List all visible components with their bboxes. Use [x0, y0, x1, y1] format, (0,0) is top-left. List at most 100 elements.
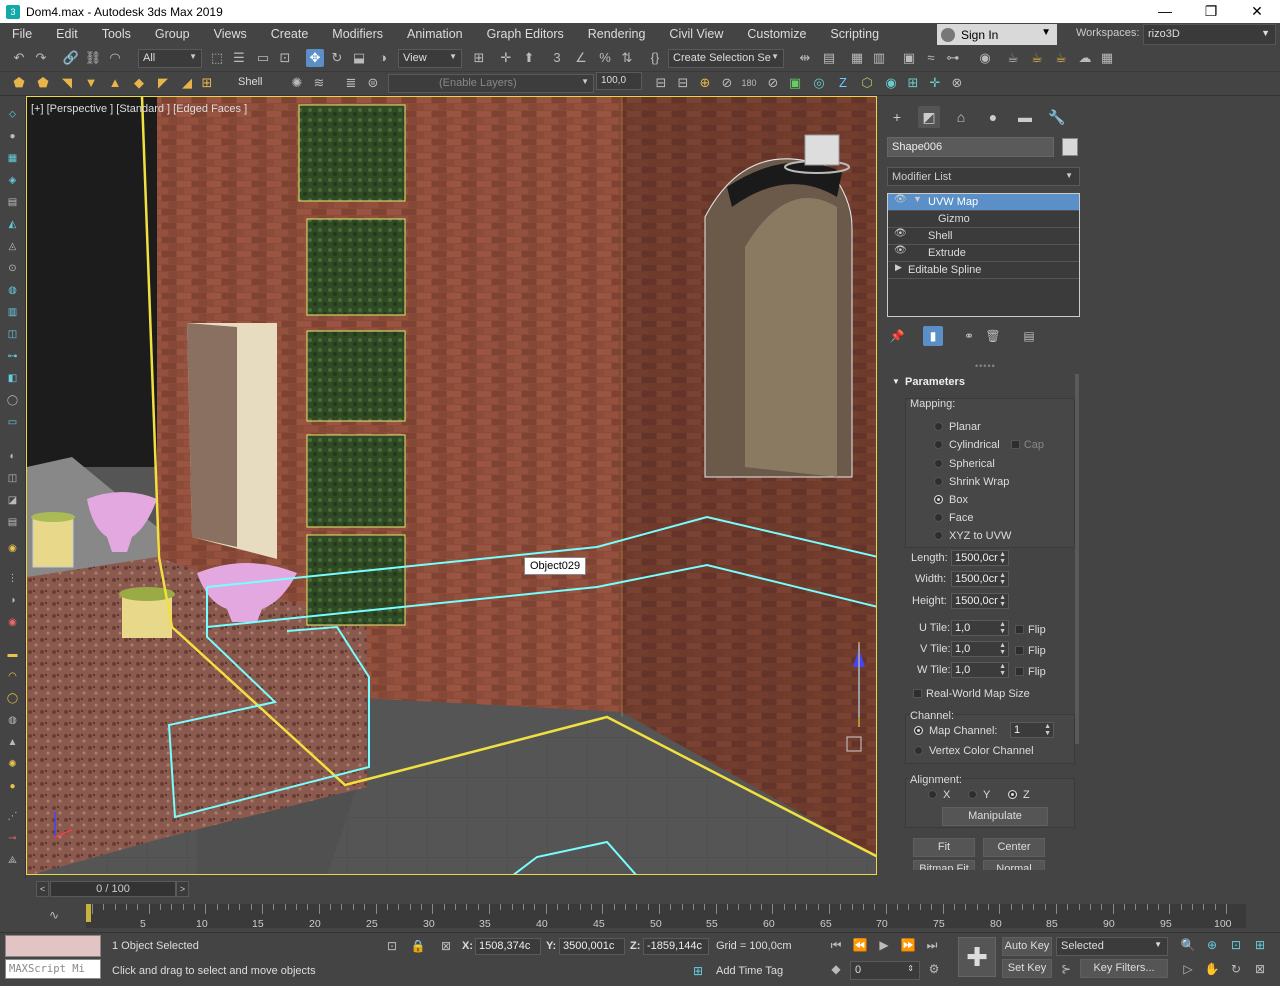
y-coordinate-field[interactable]: 3500,001c: [559, 938, 625, 955]
current-frame-field[interactable]: 0 ⇕: [850, 961, 920, 980]
mapping-planar-radio[interactable]: Planar: [934, 421, 981, 433]
play-icon[interactable]: ▶: [876, 937, 892, 953]
link-icon[interactable]: 🔗: [62, 49, 80, 67]
snap-toolbar-icon[interactable]: ⊕: [696, 74, 714, 92]
stack-item-extrude[interactable]: 👁 Extrude: [888, 245, 1079, 262]
time-tag-icon[interactable]: ⊞: [690, 963, 706, 979]
bitmap-fit-button[interactable]: Bitmap Fit: [913, 860, 975, 870]
configure-modifier-sets-icon[interactable]: ▤: [1019, 326, 1039, 346]
curve-editor-icon[interactable]: ≈: [922, 49, 940, 67]
layer-dropdown[interactable]: (Enable Layers) ▼: [388, 74, 594, 93]
set-keys-button[interactable]: ✚: [958, 937, 996, 977]
spinner-snap-icon[interactable]: ⇅: [618, 49, 636, 67]
real-world-map-size-checkbox[interactable]: Real-World Map Size: [913, 688, 1030, 700]
snap-toolbar-icon[interactable]: ◎: [810, 74, 828, 92]
edit-named-selection-icon[interactable]: {}: [646, 49, 664, 67]
selection-filter-dropdown[interactable]: All ▼: [138, 49, 202, 68]
parameters-rollout-header[interactable]: ▼ Parameters: [887, 374, 1079, 390]
tool-icon[interactable]: ◐: [5, 450, 20, 464]
close-button[interactable]: ✕: [1234, 0, 1280, 23]
modifier-list-dropdown[interactable]: Modifier List ▼: [887, 167, 1080, 186]
zoom-icon[interactable]: 🔍: [1180, 937, 1196, 953]
menu-views[interactable]: Views: [202, 23, 259, 45]
mapping-shrink-wrap-radio[interactable]: Shrink Wrap: [934, 476, 1009, 488]
spinner-arrows-icon[interactable]: ▲ ▼: [999, 621, 1006, 635]
select-and-place-icon[interactable]: ◑: [374, 49, 392, 67]
zoom-all-icon[interactable]: ⊕: [1204, 937, 1220, 953]
restore-button[interactable]: ❐: [1188, 0, 1234, 23]
menu-tools[interactable]: Tools: [90, 23, 143, 45]
isolate-selection-icon[interactable]: ⊡: [384, 938, 400, 954]
vertex-color-channel-radio[interactable]: Vertex Color Channel: [914, 745, 1034, 757]
layer-explorer-icon[interactable]: ▥: [870, 49, 888, 67]
zoom-extents-all-icon[interactable]: ⊞: [1252, 937, 1268, 953]
show-end-result-icon[interactable]: ▮: [923, 326, 943, 346]
tool-icon[interactable]: ◧: [5, 372, 20, 386]
snap-toolbar-icon[interactable]: ⊘: [764, 74, 782, 92]
menu-file[interactable]: File: [0, 23, 44, 45]
key-filters-button[interactable]: Key Filters...: [1080, 959, 1168, 978]
mapping-face-radio[interactable]: Face: [934, 512, 973, 524]
modeling-tool-icon[interactable]: ⊞: [198, 74, 216, 92]
tool-icon[interactable]: ●: [5, 130, 20, 144]
align-x-radio[interactable]: X: [928, 789, 950, 801]
time-slider-track[interactable]: 0 / 100: [50, 881, 176, 897]
snap-toolbar-icon[interactable]: 180: [740, 74, 758, 92]
w-tile-spinner[interactable]: 1,0 ▲ ▼: [951, 662, 1009, 678]
snap-toolbar-icon[interactable]: ⊟: [652, 74, 670, 92]
absolute-mode-icon[interactable]: ⊠: [438, 938, 454, 954]
cap-checkbox[interactable]: Cap: [1010, 439, 1044, 451]
tool-icon[interactable]: ◉: [5, 542, 20, 556]
render-production-icon[interactable]: ☕: [1052, 49, 1070, 67]
scene-explorer-icon[interactable]: ▦: [848, 49, 866, 67]
go-to-end-icon[interactable]: ⏭: [924, 937, 940, 953]
sign-in-button[interactable]: Sign In ▼: [937, 24, 1057, 45]
snap-toolbar-icon[interactable]: ◉: [882, 74, 900, 92]
map-channel-radio[interactable]: Map Channel:: [914, 725, 998, 737]
x-coordinate-field[interactable]: 1508,374c: [475, 938, 541, 955]
modeling-tool-icon[interactable]: ◤: [154, 74, 172, 92]
snap-toolbar-icon[interactable]: ⊘: [718, 74, 736, 92]
layer-stack-icon[interactable]: ⊜: [364, 74, 382, 92]
add-time-tag-button[interactable]: Add Time Tag: [716, 965, 783, 977]
tool-icon[interactable]: ▦: [5, 152, 20, 166]
spinner-arrows-icon[interactable]: ▲ ▼: [999, 594, 1006, 608]
modeling-tool-icon[interactable]: ◥: [58, 74, 76, 92]
modeling-tool-icon[interactable]: ▼: [82, 74, 100, 92]
select-object-icon[interactable]: ⬚: [208, 49, 226, 67]
stack-item-editable-spline[interactable]: ▶ Editable Spline: [888, 262, 1079, 279]
align-z-radio[interactable]: Z: [1008, 789, 1030, 801]
schematic-view-icon[interactable]: ⊶: [944, 49, 962, 67]
mapping-spherical-radio[interactable]: Spherical: [934, 458, 995, 470]
angle-snap-icon[interactable]: ∠: [572, 49, 590, 67]
stack-item-gizmo[interactable]: Gizmo: [888, 211, 1079, 228]
u-tile-spinner[interactable]: 1,0 ▲ ▼: [951, 620, 1009, 636]
expand-triangle-icon[interactable]: ▼: [913, 194, 922, 204]
time-configuration-icon[interactable]: ⚙: [926, 961, 942, 977]
redo-icon[interactable]: ↷: [32, 49, 50, 67]
listener-color-swatch[interactable]: [5, 935, 101, 957]
length-spinner[interactable]: 1500,0cr ▲ ▼: [951, 550, 1009, 566]
eye-icon[interactable]: 👁: [894, 194, 907, 205]
next-key-icon[interactable]: ⏩: [900, 937, 916, 953]
tool-icon[interactable]: ▲: [5, 736, 20, 750]
align-y-radio[interactable]: Y: [968, 789, 990, 801]
tool-icon[interactable]: ▬: [5, 648, 20, 662]
manipulate-button[interactable]: Manipulate: [942, 807, 1048, 826]
tool-icon[interactable]: ◠: [5, 670, 20, 684]
percent-snap-icon[interactable]: %: [596, 49, 614, 67]
select-by-name-icon[interactable]: ☰: [230, 49, 248, 67]
key-filter-toggle-icon[interactable]: ⊱: [1058, 961, 1074, 977]
tool-icon[interactable]: ◯: [5, 692, 20, 706]
tool-icon[interactable]: ◪: [5, 494, 20, 508]
spinner-arrows-icon[interactable]: ▲ ▼: [999, 551, 1006, 565]
curve-editor-mini-icon[interactable]: ∿: [46, 907, 62, 923]
menu-group[interactable]: Group: [143, 23, 202, 45]
workspace-select[interactable]: rizo3D ▼: [1143, 24, 1276, 45]
expand-triangle-icon[interactable]: ▶: [895, 262, 902, 273]
command-panel-scrollbar[interactable]: [1075, 374, 1079, 744]
display-tab-icon[interactable]: ▬: [1014, 106, 1036, 128]
tool-icon[interactable]: ◫: [5, 328, 20, 342]
snap-toolbar-icon[interactable]: Z: [834, 74, 852, 92]
menu-create[interactable]: Create: [259, 23, 321, 45]
